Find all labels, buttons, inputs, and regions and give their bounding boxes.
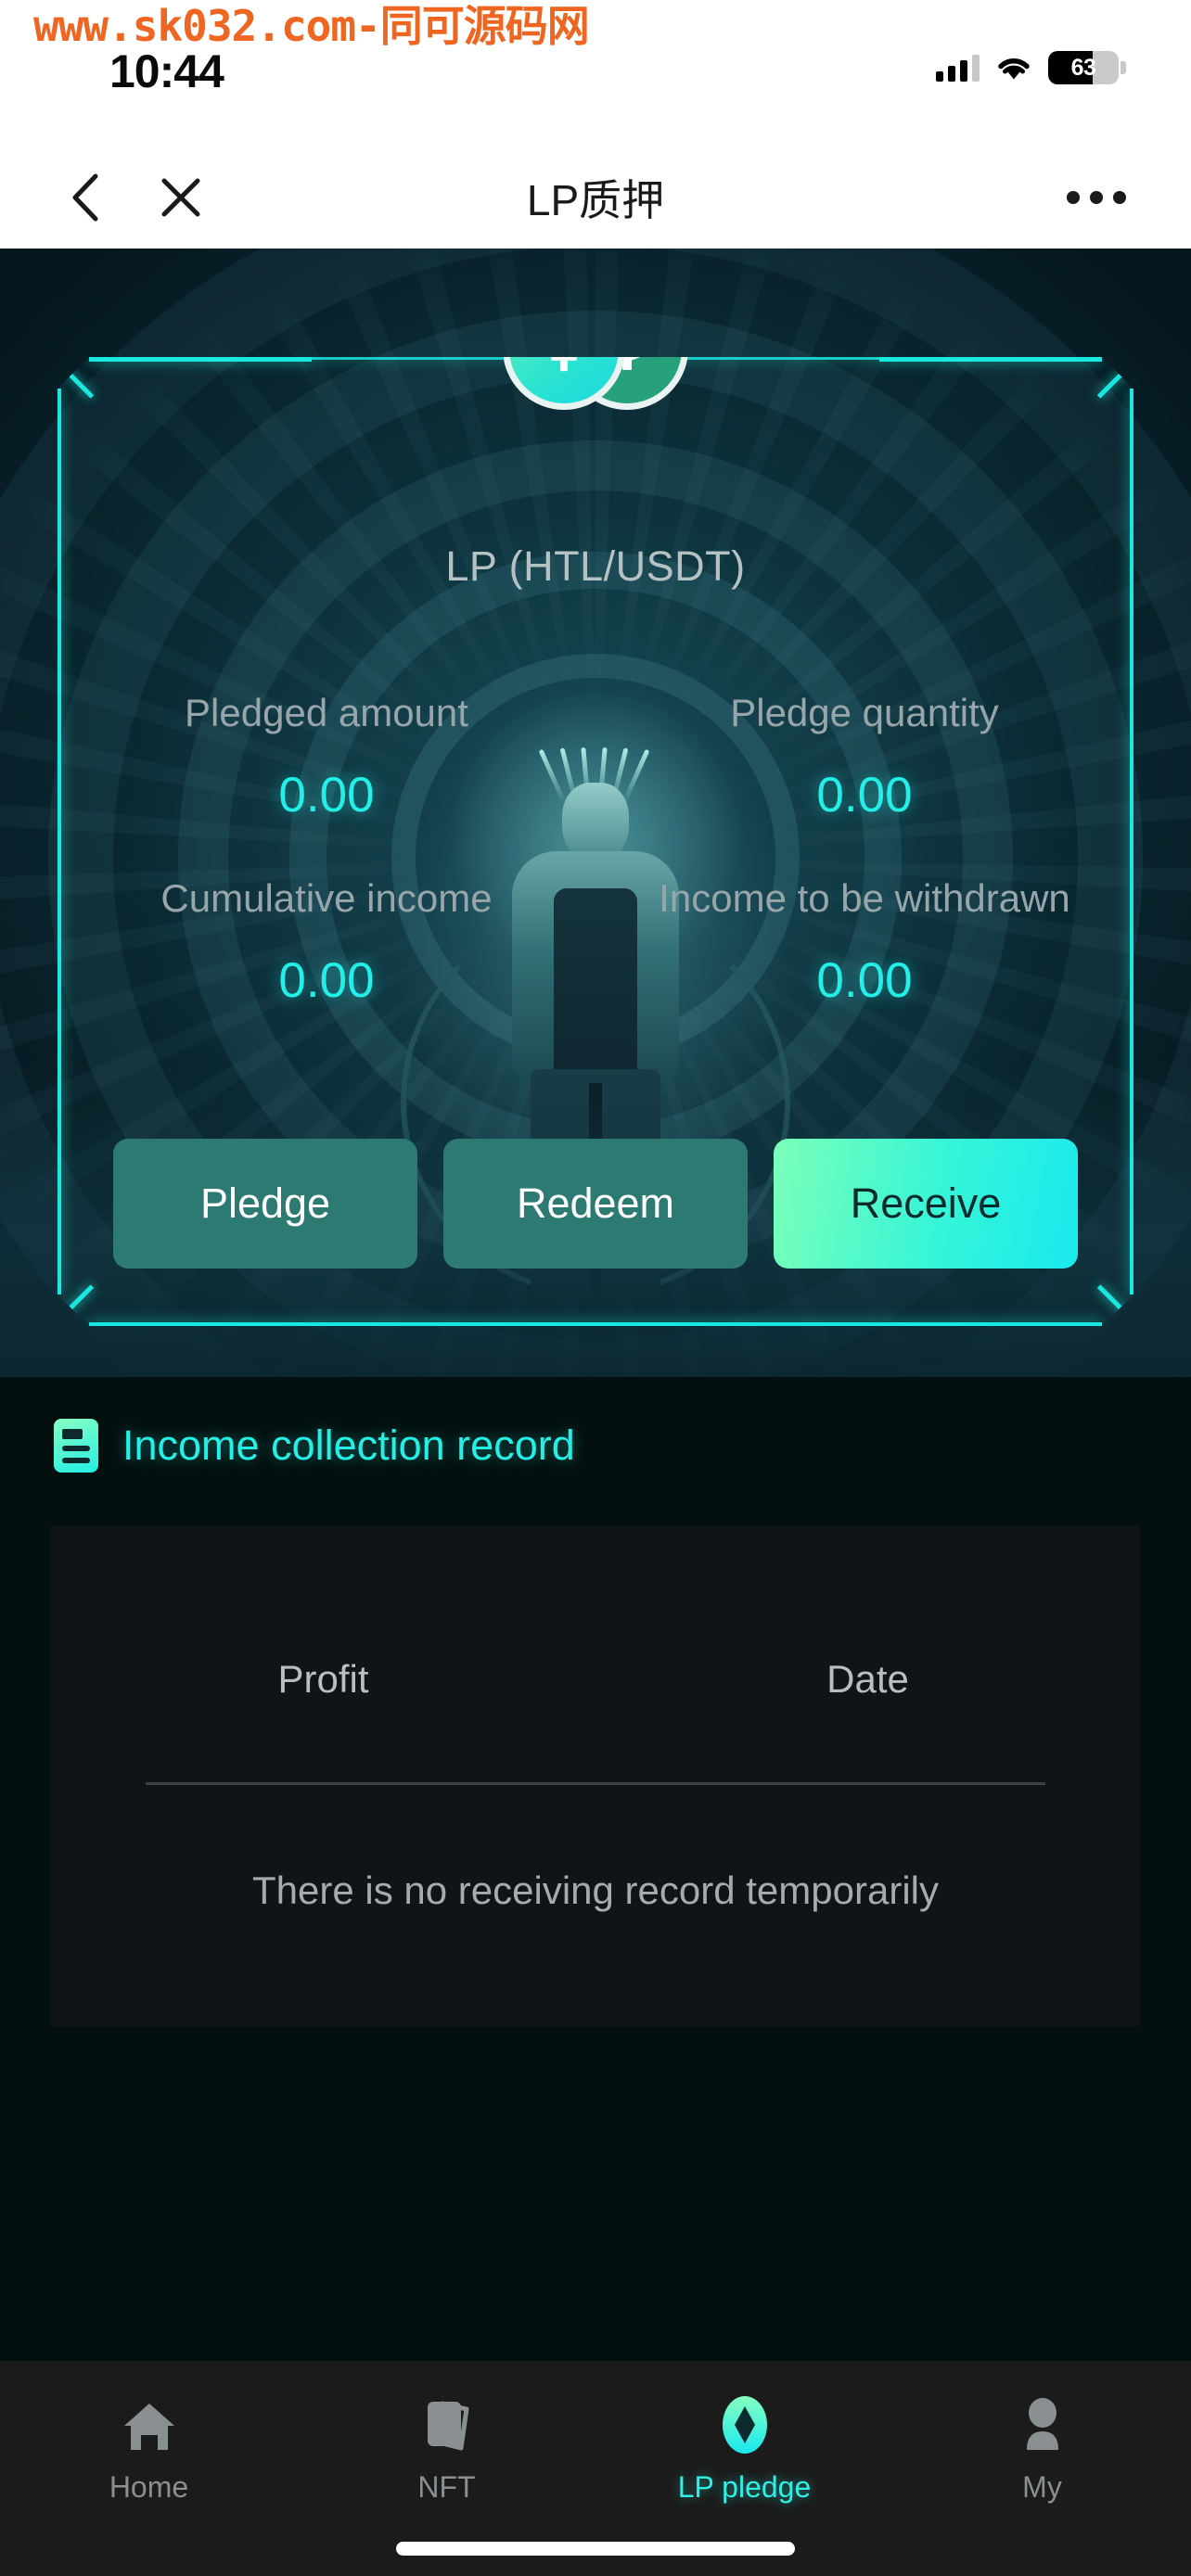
record-column-profit: Profit [277, 1657, 369, 1701]
redeem-button[interactable]: Redeem [443, 1139, 748, 1269]
income-record-panel: Profit Date There is no receiving record… [51, 1525, 1140, 2026]
site-watermark: www.sk032.com-同可源码网 [33, 1, 590, 51]
pledge-button[interactable]: Pledge [113, 1139, 417, 1269]
stat-label: Pledged amount [185, 691, 468, 734]
tab-home[interactable]: Home [0, 2361, 298, 2576]
person-icon [1010, 2394, 1075, 2459]
stat-value: 0.00 [816, 953, 913, 1008]
income-record-heading[interactable]: Income collection record [54, 1419, 575, 1473]
nav-header: LP质押 [0, 147, 1191, 249]
page-title: LP质押 [526, 176, 665, 224]
tab-label: Home [109, 2470, 189, 2504]
stat-pledged-amount: Pledged amount 0.00 [58, 691, 596, 823]
wifi-icon [996, 54, 1031, 82]
stat-pledge-quantity: Pledge quantity 0.00 [596, 691, 1133, 823]
more-options-icon[interactable] [1067, 191, 1126, 204]
lp-stake-card: ₮ ⇞ LP (HTL/USDT) Pledged amount 0.00 Pl… [58, 357, 1133, 1326]
stat-income-to-be-withdrawn: Income to be withdrawn 0.00 [596, 876, 1133, 1009]
record-empty-state: There is no receiving record temporarily [252, 1868, 939, 1912]
battery-percent-label: 63 [1070, 54, 1096, 81]
record-table-header: Profit Date [51, 1657, 1140, 1702]
app-screen: 10:44 63 www.sk032.com-同可源码网 LP质押 LP (HT… [0, 0, 1191, 2576]
record-table-divider [146, 1782, 1045, 1785]
nft-card-icon [415, 2394, 480, 2459]
battery-icon: 63 [1048, 51, 1119, 84]
hero-background: ₮ ⇞ LP (HTL/USDT) Pledged amount 0.00 Pl… [0, 249, 1191, 1377]
card-action-buttons: Pledge Redeem Receive [113, 1139, 1078, 1269]
stat-value: 0.00 [816, 768, 913, 823]
stat-value: 0.00 [278, 953, 375, 1008]
stat-label: Pledge quantity [730, 691, 999, 734]
status-bar-indicators: 63 [936, 51, 1126, 84]
stat-label: Income to be withdrawn [659, 876, 1070, 920]
home-indicator [396, 2542, 795, 2556]
stat-value: 0.00 [278, 768, 375, 823]
tab-label: My [1022, 2470, 1062, 2504]
stats-grid: Pledged amount 0.00 Pledge quantity 0.00… [58, 691, 1133, 1009]
record-list-icon [54, 1419, 98, 1473]
income-record-heading-label: Income collection record [122, 1422, 575, 1469]
diamond-icon [712, 2394, 777, 2459]
home-icon [117, 2394, 182, 2459]
token-pair-title: LP (HTL/USDT) [445, 542, 746, 590]
tab-my[interactable]: My [893, 2361, 1191, 2576]
stat-cumulative-income: Cumulative income 0.00 [58, 876, 596, 1009]
tab-label: NFT [417, 2470, 476, 2504]
record-column-date: Date [826, 1657, 909, 1701]
cellular-signal-icon [936, 54, 980, 82]
receive-button[interactable]: Receive [774, 1139, 1078, 1269]
tab-label: LP pledge [677, 2470, 812, 2504]
stat-label: Cumulative income [160, 876, 493, 920]
